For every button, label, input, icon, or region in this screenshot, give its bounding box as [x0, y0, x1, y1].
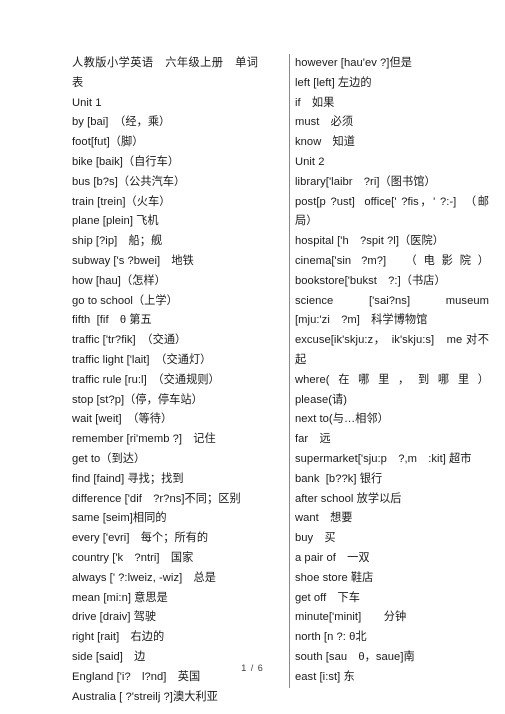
word-entry-country: country ['k ?ntri] 国家 [72, 551, 194, 564]
right-column: however [hau'ev ?]但是 left [left] 左边的 if … [289, 54, 489, 688]
word-entry-mean: mean [mi:n] 意思是 [72, 591, 168, 604]
page-number-footer: 1 / 6 [241, 663, 264, 673]
word-entry-cinema: cinema['sin ?m?] （电影院） [295, 254, 489, 267]
word-entry-excuse-me: excuse[ik'skju:z， ik'skju:s] me 对不起 [295, 334, 489, 366]
left-column: 人教版小学英语 六年级上册 单词表 Unit 1 by [bai] （经，乘） … [72, 54, 262, 707]
word-entry-buy: buy 买 [295, 532, 336, 545]
word-entry-know: know 知道 [295, 136, 356, 149]
word-entry-if: if 如果 [295, 96, 335, 109]
word-entry-bookstore: bookstore['bukst ?:]（书店） [295, 274, 446, 287]
word-entry-fifth: fifth [fif θ 第五 [72, 314, 152, 327]
word-entry-next-to: next to(与…相邻） [295, 413, 389, 426]
word-entry-supermarket: supermarket['sju:p ?,m :kit] 超市 [295, 452, 472, 465]
word-entry-after-school: after school 放学以后 [295, 492, 402, 505]
word-entry-science-museum: science ['sai?ns] museum [mju:'zi ?m] 科学… [295, 294, 493, 327]
word-entry-get-off: get off 下车 [295, 591, 360, 604]
word-entry-ship: ship [?ip] 船；舰 [72, 235, 163, 248]
word-entry-train: train [trein]（火车） [72, 195, 171, 208]
word-entry-foot: foot[fut]（脚） [72, 136, 144, 149]
word-entry-traffic-rule: traffic rule [ru:l] （交通规则） [72, 373, 220, 386]
word-entry-far: far 远 [295, 433, 331, 446]
word-entry-always: always [' ?:lweiz, -wiz] 总是 [72, 571, 216, 584]
word-entry-please: please(请) [295, 393, 348, 406]
word-entry-how: how [hau]（怎样） [72, 274, 166, 287]
document-title: 人教版小学英语 六年级上册 单词表 [72, 57, 258, 89]
word-entry-australia: Australia [ ?'streilj ?]澳大利亚 [72, 690, 218, 703]
word-entry-want: want 想要 [295, 512, 353, 525]
word-entry-bus: bus [b?s]（公共汽车） [72, 175, 186, 188]
word-entry-a-pair-of: a pair of 一双 [295, 551, 370, 564]
word-entry-go-to-school: go to school（上学） [72, 294, 178, 307]
word-entry-find: find [faind] 寻找；找到 [72, 472, 184, 485]
word-entry-bike: bike [baik]（自行车） [72, 155, 180, 168]
word-entry-post-office: post[p ?ust] office[' ?fis，' ?:-] （邮局） [295, 195, 489, 228]
word-entry-hospital: hospital ['h ?spit ?l]（医院） [295, 235, 444, 248]
word-entry-subway: subway ['s ?bwei] 地铁 [72, 254, 194, 267]
word-entry-must: must 必须 [295, 116, 354, 129]
unit-heading-1: Unit 1 [72, 96, 102, 109]
word-entry-every: every ['evri] 每个；所有的 [72, 532, 209, 545]
word-entry-left: left [left] 左边的 [295, 76, 372, 89]
word-entry-north: north [n ?: θ北 [295, 631, 367, 644]
word-entry-wait: wait [weit] （等待） [72, 413, 173, 426]
word-entry-get-to: get to（到达） [72, 452, 146, 465]
word-entry-remember: remember [ri'memb ?] 记住 [72, 433, 216, 446]
word-entry-stop: stop [st?p]（停，停车站） [72, 393, 203, 406]
word-entry-where: where(在哪里，到哪里） [295, 373, 489, 386]
word-entry-traffic-light: traffic light ['lait] （交通灯） [72, 353, 212, 366]
document-page: 人教版小学英语 六年级上册 单词表 Unit 1 by [bai] （经，乘） … [0, 0, 505, 714]
word-entry-bank: bank [b??k] 银行 [295, 472, 383, 485]
word-entry-minute: minute['minit] 分钟 [295, 611, 407, 624]
word-entry-shoe-store: shoe store 鞋店 [295, 571, 374, 584]
word-entry-plane: plane [plein] 飞机 [72, 215, 159, 228]
word-entry-traffic: traffic ['tr?fik] （交通） [72, 334, 187, 347]
word-entry-however: however [hau'ev ?]但是 [295, 57, 412, 69]
word-entry-by: by [bai] （经，乘） [72, 116, 171, 129]
word-entry-right: right [rait] 右边的 [72, 631, 165, 644]
word-entry-difference: difference ['dif ?r?ns]不同；区别 [72, 492, 241, 505]
two-column-layout: 人教版小学英语 六年级上册 单词表 Unit 1 by [bai] （经，乘） … [0, 54, 505, 707]
word-entry-same: same [seim]相同的 [72, 512, 167, 525]
word-entry-library: library['laibr ?ri]（图书馆） [295, 175, 436, 188]
word-entry-drive: drive [draiv] 驾驶 [72, 611, 157, 624]
unit-heading-2: Unit 2 [295, 155, 325, 168]
